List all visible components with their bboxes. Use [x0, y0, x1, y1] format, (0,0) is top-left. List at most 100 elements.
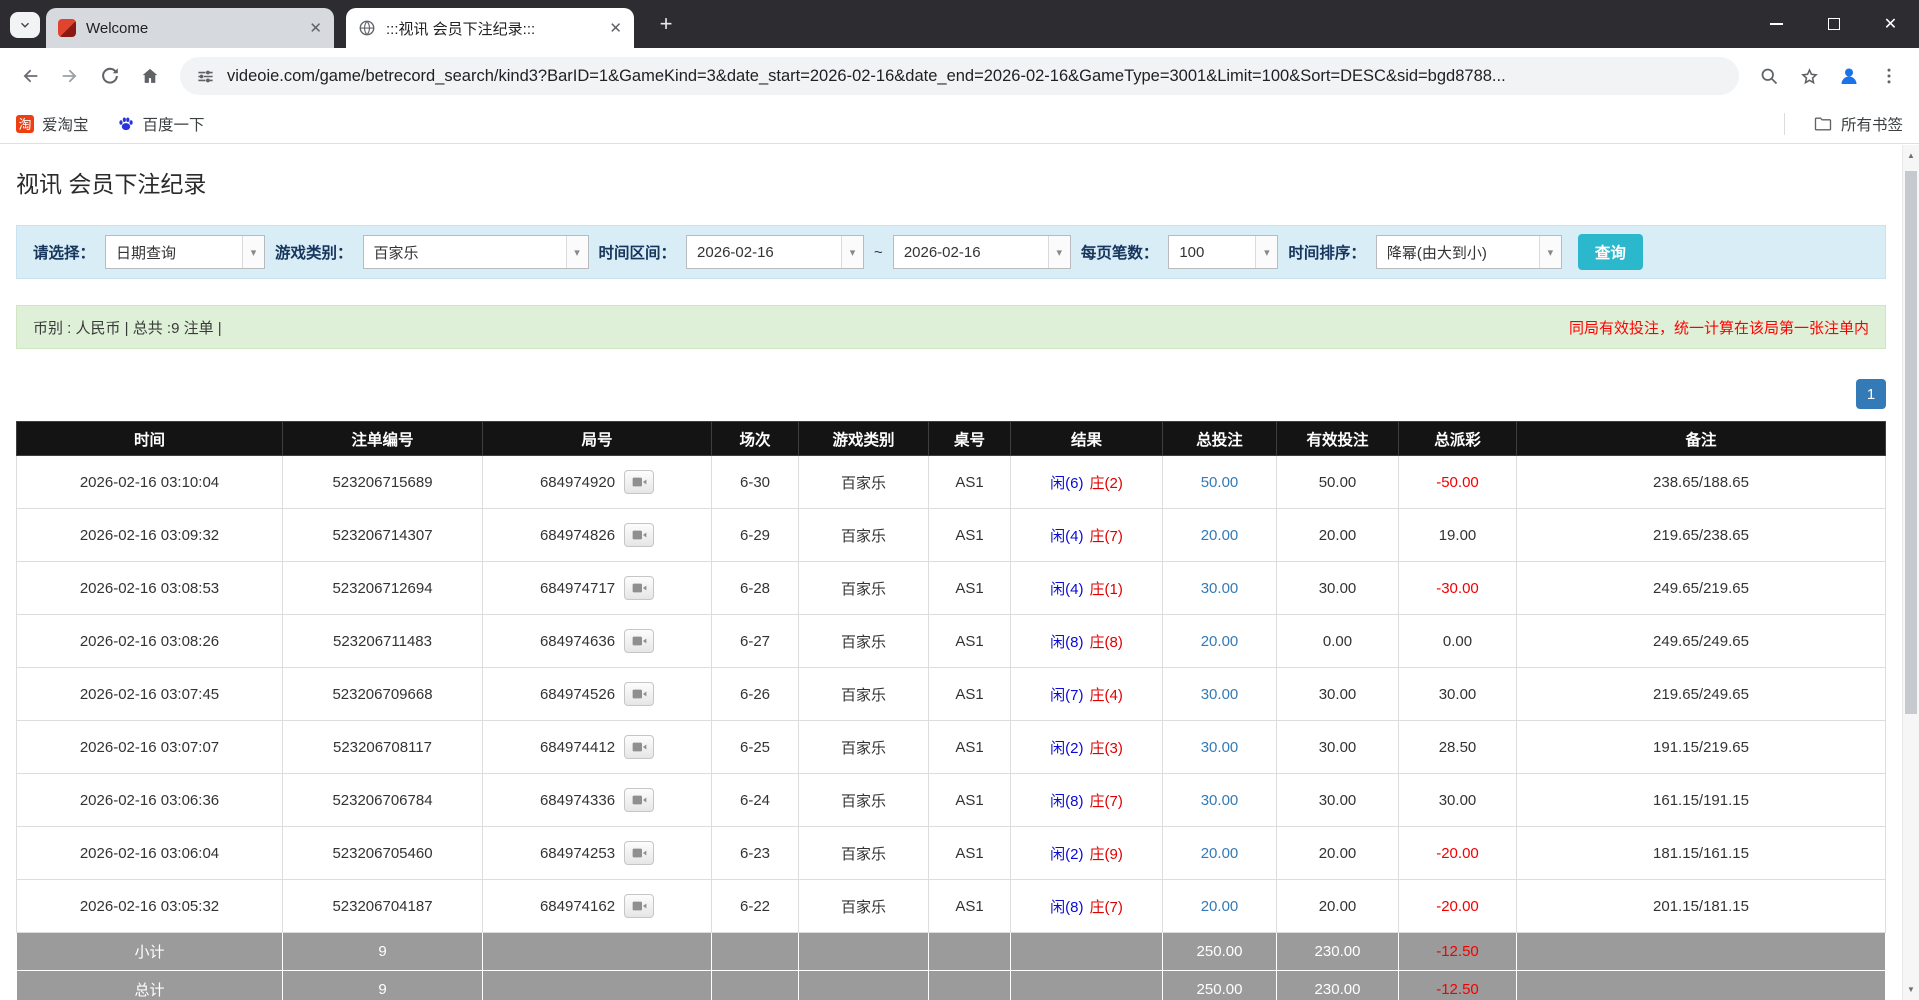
cell-payout: 28.50 — [1399, 721, 1517, 774]
video-camera-icon — [632, 476, 647, 488]
url-text[interactable]: videoie.com/game/betrecord_search/kind3?… — [227, 67, 1506, 86]
cell-table-no: AS1 — [929, 615, 1011, 668]
search-button[interactable]: 查询 — [1578, 234, 1643, 270]
tab-search-button[interactable] — [10, 12, 40, 38]
forward-button[interactable] — [50, 56, 90, 96]
tab-close-icon[interactable]: ✕ — [609, 21, 622, 36]
tab-welcome[interactable]: Welcome ✕ — [46, 8, 334, 48]
replay-video-button[interactable] — [624, 629, 654, 653]
filter-label-range: 时间区间： — [599, 241, 677, 263]
video-camera-icon — [632, 582, 647, 594]
header-session: 场次 — [712, 422, 799, 456]
page-number-button[interactable]: 1 — [1856, 379, 1886, 409]
replay-video-button[interactable] — [624, 788, 654, 812]
bookmark-label: 百度一下 — [143, 113, 205, 135]
sort-order-select[interactable]: 降幂(由大到小) ▾ — [1376, 235, 1562, 269]
forward-icon — [59, 65, 81, 87]
date-end-select[interactable]: 2026-02-16 ▾ — [893, 235, 1071, 269]
cell-bet-id: 523206708117 — [283, 721, 483, 774]
subtotal-valid-bet: 230.00 — [1277, 933, 1399, 971]
profile-button[interactable] — [1829, 56, 1869, 96]
maximize-button[interactable] — [1805, 0, 1862, 48]
date-start-select[interactable]: 2026-02-16 ▾ — [686, 235, 864, 269]
replay-video-button[interactable] — [624, 523, 654, 547]
cell-valid-bet: 30.00 — [1277, 668, 1399, 721]
bookmark-baidu[interactable]: 百度一下 — [117, 113, 205, 135]
cell-total-bet: 30.00 — [1163, 721, 1277, 774]
subtotal-label: 小计 — [17, 933, 283, 971]
video-camera-icon — [632, 741, 647, 753]
new-tab-button[interactable]: + — [652, 10, 680, 38]
result-banker: 庄(3) — [1090, 740, 1123, 757]
cell-game: 百家乐 — [799, 774, 929, 827]
chevron-down-icon: ▾ — [1048, 236, 1070, 268]
back-button[interactable] — [10, 56, 50, 96]
per-page-value: 100 — [1169, 244, 1255, 261]
date-range-separator: ~ — [874, 244, 883, 261]
bookmark-taobao[interactable]: 淘 爱淘宝 — [16, 113, 89, 135]
tab-close-icon[interactable]: ✕ — [309, 21, 322, 36]
cell-round: 684974526 — [483, 668, 712, 721]
address-bar[interactable]: videoie.com/game/betrecord_search/kind3?… — [180, 57, 1739, 95]
scrollbar-down-button[interactable]: ▼ — [1903, 981, 1919, 998]
minimize-button[interactable] — [1748, 0, 1805, 48]
header-note: 备注 — [1517, 422, 1886, 456]
video-camera-icon — [632, 900, 647, 912]
close-button[interactable]: ✕ — [1862, 0, 1919, 48]
bookmark-label: 爱淘宝 — [42, 113, 89, 135]
replay-video-button[interactable] — [624, 470, 654, 494]
baidu-paw-icon — [117, 115, 135, 133]
total-count: 9 — [283, 971, 483, 1000]
menu-button[interactable] — [1869, 56, 1909, 96]
cell-time: 2026-02-16 03:05:32 — [17, 880, 283, 933]
home-button[interactable] — [130, 56, 170, 96]
zoom-button[interactable] — [1749, 56, 1789, 96]
cell-note: 249.65/219.65 — [1517, 562, 1886, 615]
scrollbar-thumb[interactable] — [1905, 171, 1917, 714]
result-banker: 庄(7) — [1090, 899, 1123, 916]
query-type-select[interactable]: 日期查询 ▾ — [105, 235, 265, 269]
replay-video-button[interactable] — [624, 894, 654, 918]
bookmark-star-button[interactable] — [1789, 56, 1829, 96]
replay-video-button[interactable] — [624, 841, 654, 865]
game-type-select[interactable]: 百家乐 ▾ — [363, 235, 589, 269]
site-settings-icon — [196, 67, 215, 86]
page-title: 视讯 会员下注纪录 — [16, 165, 1886, 199]
kebab-menu-icon — [1879, 66, 1899, 86]
cell-game: 百家乐 — [799, 880, 929, 933]
folder-icon — [1813, 114, 1833, 134]
result-player: 闲(4) — [1050, 528, 1083, 545]
cell-payout: 0.00 — [1399, 615, 1517, 668]
cell-total-bet: 50.00 — [1163, 456, 1277, 509]
cell-game: 百家乐 — [799, 509, 929, 562]
tab-betrecord[interactable]: :::视讯 会员下注纪录::: ✕ — [346, 8, 634, 48]
all-bookmarks-button[interactable]: 所有书签 — [1813, 113, 1903, 135]
cell-game: 百家乐 — [799, 562, 929, 615]
round-number: 684974826 — [540, 527, 615, 544]
cell-note: 219.65/238.65 — [1517, 509, 1886, 562]
cell-valid-bet: 20.00 — [1277, 827, 1399, 880]
sort-order-value: 降幂(由大到小) — [1377, 242, 1539, 263]
per-page-select[interactable]: 100 ▾ — [1168, 235, 1278, 269]
total-valid-bet: 230.00 — [1277, 971, 1399, 1000]
reload-button[interactable] — [90, 56, 130, 96]
replay-video-button[interactable] — [624, 735, 654, 759]
arrow-down-icon: ▼ — [1907, 985, 1915, 994]
page-scrollbar[interactable]: ▲ ▼ — [1902, 145, 1919, 1000]
scrollbar-up-button[interactable]: ▲ — [1903, 147, 1919, 164]
cell-note: 201.15/181.15 — [1517, 880, 1886, 933]
result-banker: 庄(1) — [1090, 581, 1123, 598]
date-end-value: 2026-02-16 — [894, 244, 1048, 261]
result-banker: 庄(2) — [1090, 475, 1123, 492]
round-number: 684974162 — [540, 898, 615, 915]
chevron-down-icon: ▾ — [841, 236, 863, 268]
header-bet-id: 注单编号 — [283, 422, 483, 456]
subtotal-total-bet: 250.00 — [1163, 933, 1277, 971]
replay-video-button[interactable] — [624, 576, 654, 600]
replay-video-button[interactable] — [624, 682, 654, 706]
result-player: 闲(8) — [1050, 899, 1083, 916]
video-camera-icon — [632, 794, 647, 806]
cell-round: 684974162 — [483, 880, 712, 933]
filter-bar: 请选择： 日期查询 ▾ 游戏类别： 百家乐 ▾ 时间区间： 2026-02-16… — [16, 225, 1886, 279]
cell-note: 219.65/249.65 — [1517, 668, 1886, 721]
